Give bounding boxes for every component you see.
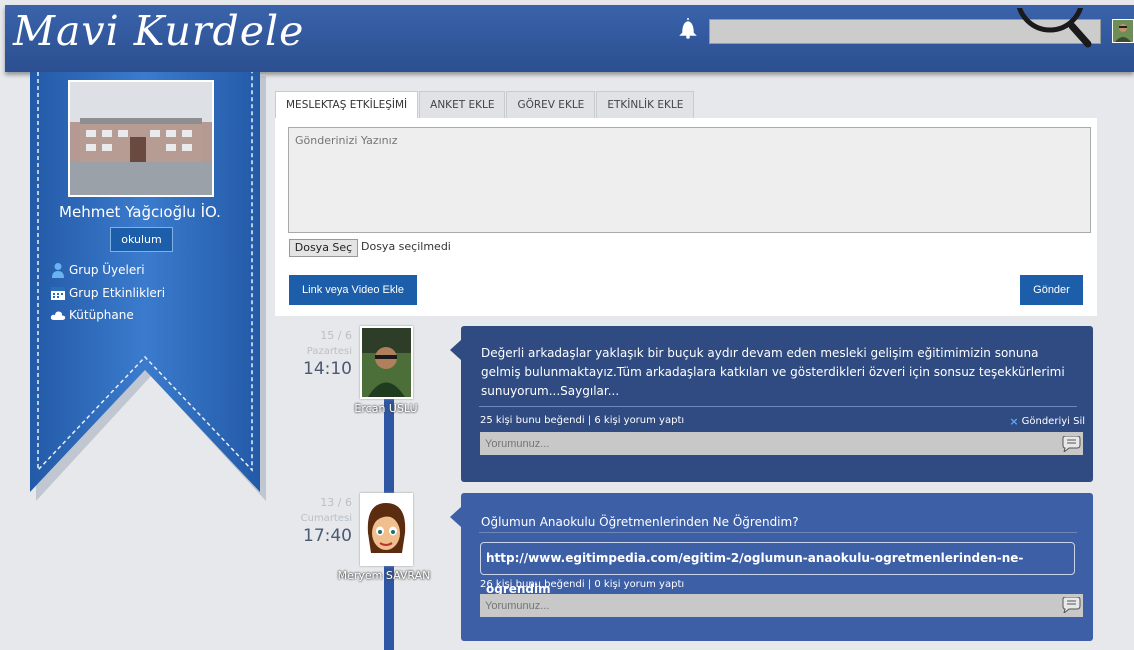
calendar-icon <box>51 287 65 300</box>
delete-post-label: Gönderiyi Sil <box>1021 416 1085 427</box>
user-icon <box>52 263 64 278</box>
tab-add-event[interactable]: ETKİNLİK EKLE <box>596 91 695 119</box>
post-stats[interactable]: 26 kişi bunu beğendi | 0 kişi yorum yapt… <box>480 579 684 590</box>
cloud-icon <box>50 311 66 320</box>
sidebar-item-label: Kütüphane <box>69 308 134 322</box>
school-photo[interactable] <box>68 80 214 197</box>
tab-colleague-interaction[interactable]: MESLEKTAŞ ETKİLEŞİMİ <box>275 91 419 119</box>
tab-add-poll[interactable]: ANKET EKLE <box>419 91 506 119</box>
sidebar-item-library[interactable]: Kütüphane <box>50 307 134 323</box>
okulum-button[interactable]: okulum <box>110 227 173 252</box>
author-name[interactable]: Meryem SAVRAN <box>334 569 434 582</box>
post-time: 14:10 <box>303 359 352 379</box>
post-time: 17:40 <box>303 526 352 546</box>
post-weekday: Pazartesi <box>306 346 352 357</box>
comment-bubble-icon[interactable] <box>1061 436 1081 452</box>
comment-input[interactable] <box>480 594 1083 617</box>
search-box[interactable] <box>709 8 1101 48</box>
divider <box>479 532 1077 533</box>
shared-link[interactable]: http://www.egitimpedia.com/egitim-2/oglu… <box>480 542 1075 596</box>
post-date: 15 / 6 <box>320 329 352 342</box>
author-avatar[interactable] <box>360 493 413 566</box>
search-icon[interactable] <box>1010 8 1100 48</box>
bell-icon[interactable] <box>679 17 697 39</box>
send-button[interactable]: Gönder <box>1020 275 1083 305</box>
author-avatar[interactable] <box>360 326 413 399</box>
delete-post-button[interactable]: × Gönderiyi Sil <box>1009 415 1085 428</box>
comment-bubble-icon[interactable] <box>1061 597 1081 613</box>
sidebar-item-group-events[interactable]: Grup Etkinlikleri <box>50 285 165 301</box>
post-text: Değerli arkadaşlar yaklaşık bir buçuk ay… <box>481 346 1065 398</box>
post-date: 13 / 6 <box>320 496 352 509</box>
post-card: Değerli arkadaşlar yaklaşık bir buçuk ay… <box>450 326 1093 482</box>
post-textarea[interactable] <box>288 127 1091 233</box>
sidebar-item-label: Grup Üyeleri <box>69 263 145 277</box>
file-status: Dosya seçilmedi <box>361 240 451 253</box>
post-composer: Dosya Seç Dosya seçilmedi Link veya Vide… <box>275 118 1097 316</box>
user-avatar[interactable] <box>1112 19 1134 43</box>
author-name[interactable]: Ercan USLU <box>336 402 436 415</box>
post-type-tabs: MESLEKTAŞ ETKİLEŞİMİ ANKET EKLE GÖREV EK… <box>275 91 695 119</box>
tab-add-task[interactable]: GÖREV EKLE <box>506 91 596 119</box>
school-name: Mehmet Yağcıoğlu İO. <box>59 203 221 221</box>
sidebar-item-group-members[interactable]: Grup Üyeleri <box>50 262 145 278</box>
close-icon: × <box>1009 415 1019 428</box>
post-weekday: Cumartesi <box>300 513 352 524</box>
top-bar: Mavi Kurdele <box>5 5 1134 72</box>
choose-file-button[interactable]: Dosya Seç <box>289 239 358 257</box>
post-text: Oğlumun Anaokulu Öğretmenlerinden Ne Öğr… <box>481 515 799 529</box>
sidebar-item-label: Grup Etkinlikleri <box>69 286 166 300</box>
add-link-video-button[interactable]: Link veya Video Ekle <box>289 275 417 305</box>
comment-input[interactable] <box>480 432 1083 455</box>
post-stats[interactable]: 25 kişi bunu beğendi | 6 kişi yorum yapt… <box>480 415 684 426</box>
post-card: Oğlumun Anaokulu Öğretmenlerinden Ne Öğr… <box>450 493 1093 641</box>
site-logo[interactable]: Mavi Kurdele <box>13 7 304 55</box>
divider <box>479 406 1077 407</box>
